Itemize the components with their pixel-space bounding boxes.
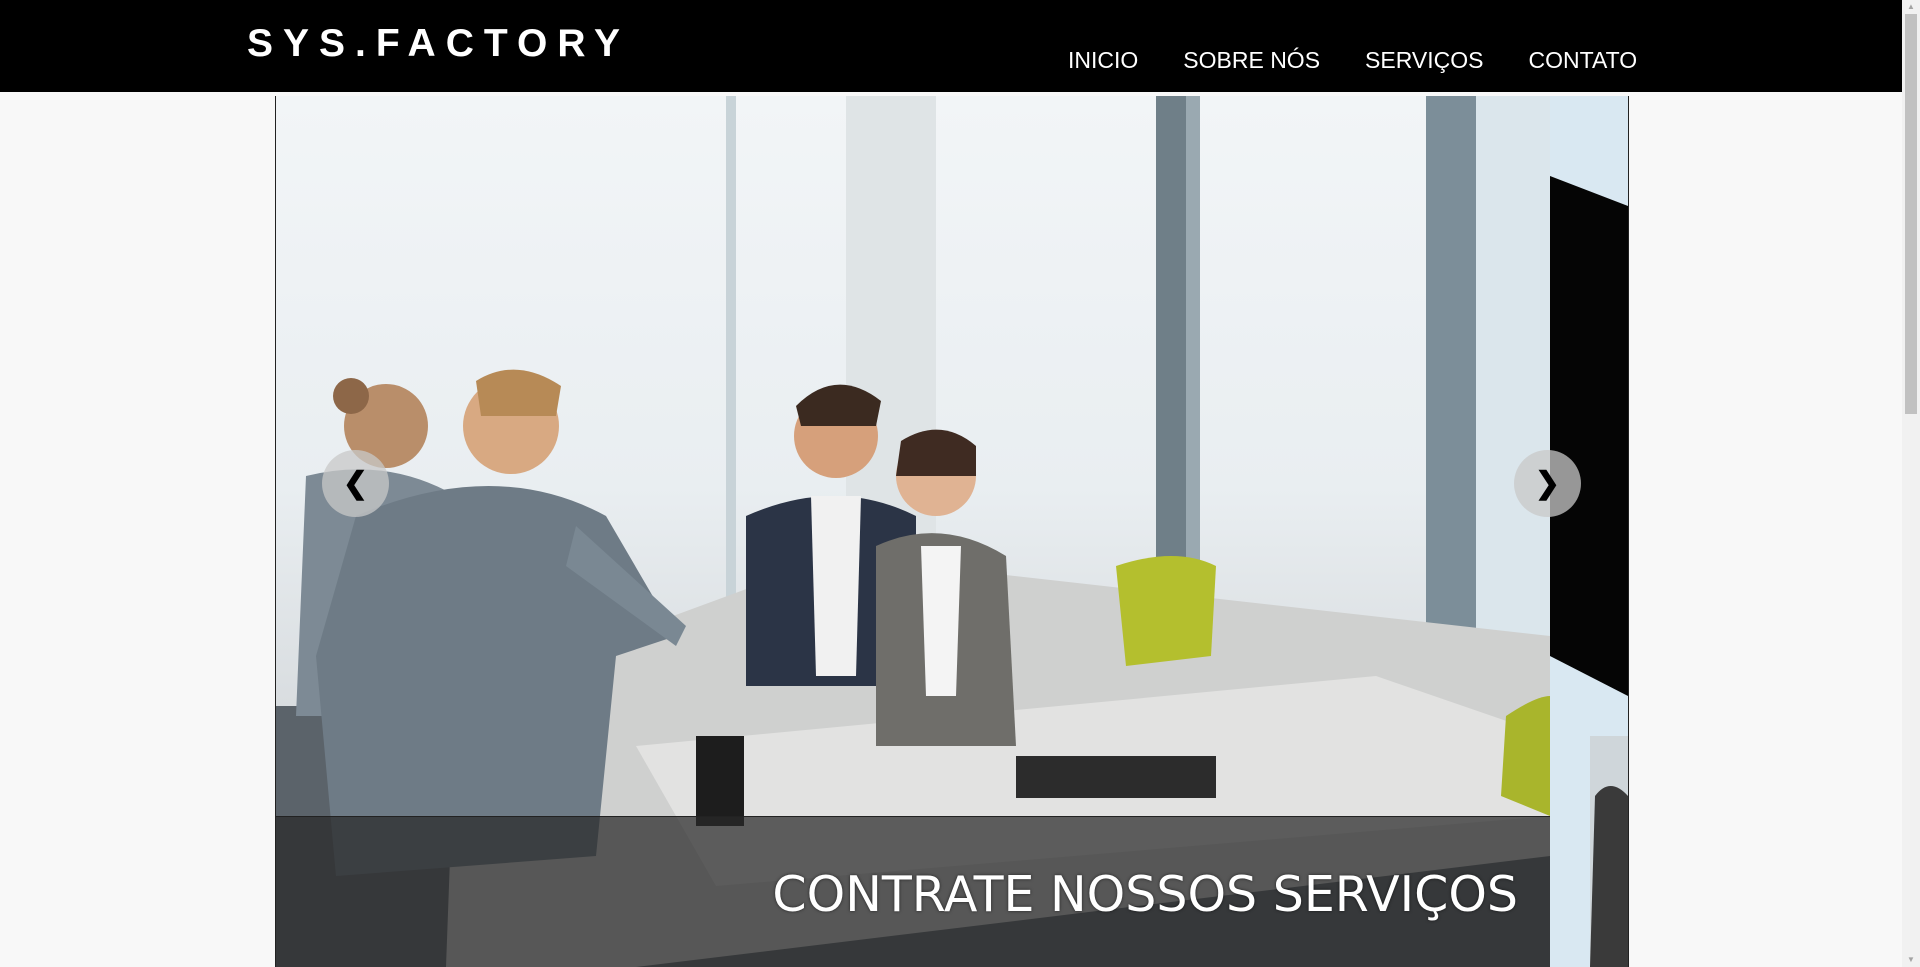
page-scrollbar[interactable]: ▲ ▼ xyxy=(1902,0,1920,967)
chevron-right-icon: ❯ xyxy=(1534,467,1561,500)
scrollbar-thumb[interactable] xyxy=(1905,14,1917,414)
chevron-left-icon: ❮ xyxy=(342,467,369,500)
nav-servicos[interactable]: SERVIÇOS xyxy=(1365,46,1483,74)
nav-inicio[interactable]: INICIO xyxy=(1068,46,1138,74)
nav-contato[interactable]: CONTATO xyxy=(1529,46,1638,74)
nav-sobre-nos[interactable]: SOBRE NÓS xyxy=(1183,46,1320,74)
image-slider: CONTRATE NOSSOS SERVIÇOS xyxy=(275,96,1629,967)
header-bar: SYS.FACTORY INICIO SOBRE NÓS SERVIÇOS CO… xyxy=(0,0,1902,92)
scroll-up-arrow-icon[interactable]: ▲ xyxy=(1902,0,1920,14)
scroll-down-arrow-icon[interactable]: ▼ xyxy=(1902,953,1920,967)
logo[interactable]: SYS.FACTORY xyxy=(247,22,630,66)
next-slide-preview-art xyxy=(1550,96,1628,967)
caption-text: CONTRATE NOSSOS SERVIÇOS xyxy=(772,866,1518,923)
slide-caption: CONTRATE NOSSOS SERVIÇOS xyxy=(276,816,1550,967)
main-nav: INICIO SOBRE NÓS SERVIÇOS CONTATO xyxy=(1068,46,1637,74)
slide-image-meeting: CONTRATE NOSSOS SERVIÇOS xyxy=(276,96,1550,967)
slide-image-next-preview xyxy=(1550,96,1628,967)
slider-next-button[interactable]: ❯ xyxy=(1514,450,1581,517)
slider-prev-button[interactable]: ❮ xyxy=(322,450,389,517)
